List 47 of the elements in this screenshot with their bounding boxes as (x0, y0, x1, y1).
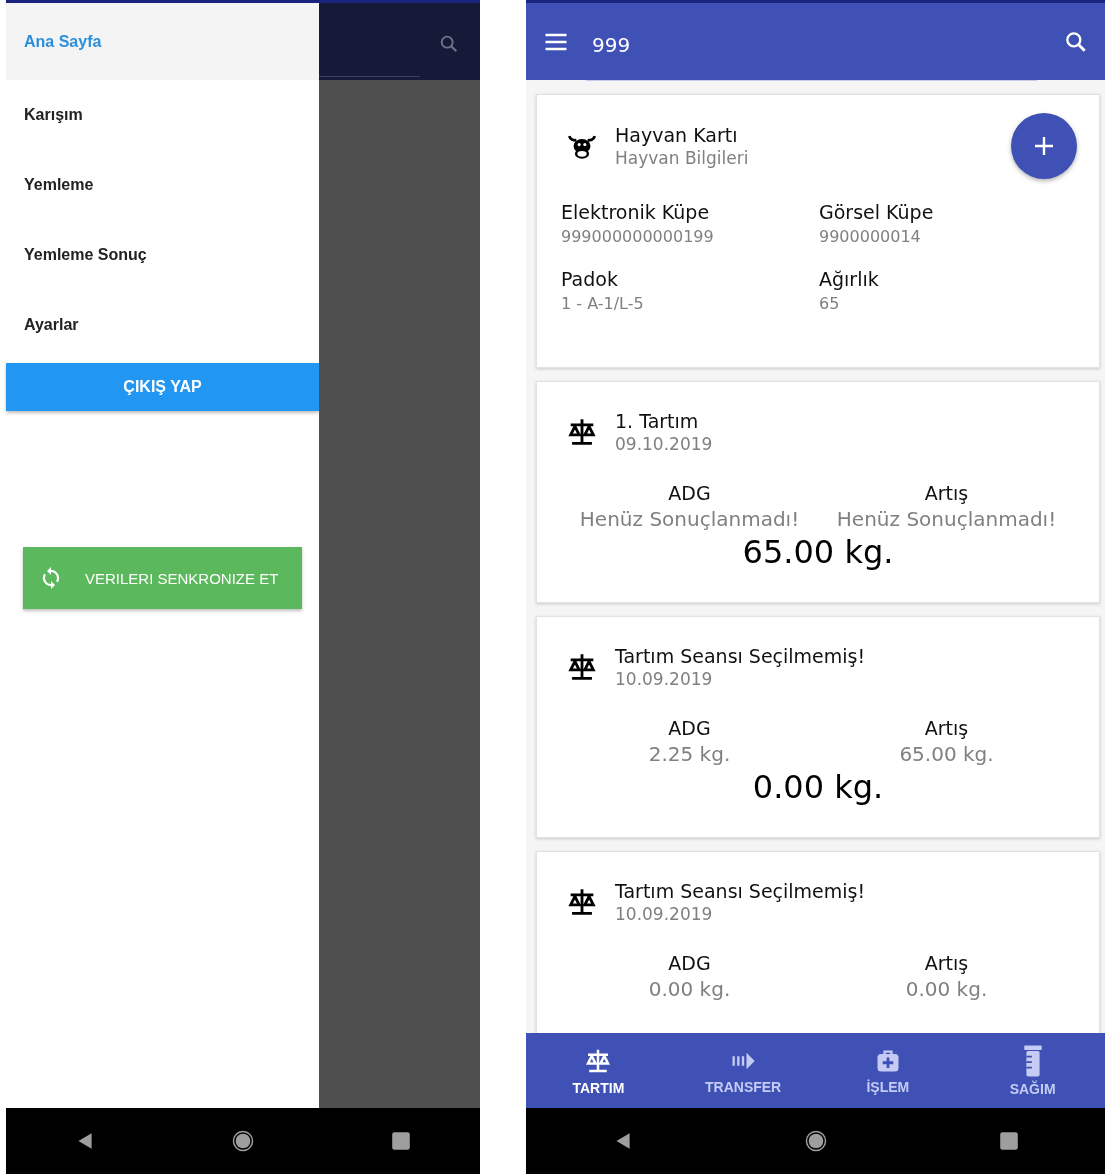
tab[interactable]: TRANSFER (693, 1046, 794, 1095)
weight-total: 65.00 kg. (741, 533, 895, 571)
stat-label: Artış (923, 952, 970, 974)
field-label: Görsel Küpe (819, 201, 935, 223)
stat-value: Henüz Sonuçlanmadı! (835, 507, 1058, 531)
recent-apps-icon[interactable] (997, 1130, 1020, 1152)
drawer-item[interactable]: Yemleme Sonuç (6, 220, 319, 290)
field-value: 65 (819, 294, 841, 313)
weight-total: 0.00 kg. (751, 768, 885, 806)
stat-value: Henüz Sonuçlanmadı! (578, 507, 801, 531)
tab[interactable]: TARTIM (548, 1045, 649, 1096)
tab[interactable]: İŞLEM (837, 1046, 938, 1095)
stat-label: ADG (667, 952, 712, 974)
card-subtitle: Hayvan Bilgileri (615, 148, 750, 168)
stat-value: 2.25 kg. (647, 742, 732, 766)
jar-icon (1021, 1044, 1044, 1077)
recent-apps-icon[interactable] (390, 1130, 412, 1152)
card-title: Tartım Seansı Seçilmemiş! (615, 880, 867, 902)
add-button[interactable] (1011, 113, 1077, 179)
card-title: 1. Tartım (615, 410, 700, 432)
drawer-item[interactable]: Ayarlar (6, 290, 319, 360)
field-label: Padok (561, 268, 619, 290)
field-value: 9900000014 (819, 227, 922, 246)
search-field[interactable]: 999 (586, 10, 1037, 81)
drawer-item[interactable]: Karışım (6, 80, 319, 150)
home-icon[interactable] (232, 1130, 254, 1152)
field-label: Ağırlık (819, 268, 880, 290)
field-label: Elektronik Küpe (561, 201, 711, 223)
drawer-item[interactable]: Yemleme (6, 150, 319, 220)
plus-icon (1032, 134, 1056, 158)
stat-label: Artış (923, 717, 970, 739)
card-title: Hayvan Kartı (615, 124, 739, 146)
stat-label: Artış (923, 482, 970, 504)
stat-label: ADG (667, 482, 712, 504)
stat-value: 0.00 kg. (904, 977, 989, 1001)
field-value: 999000000000199 (561, 227, 715, 246)
search-icon (438, 33, 460, 55)
stat-value: 0.00 kg. (647, 977, 732, 1001)
tab[interactable]: SAĞIM (982, 1044, 1083, 1097)
home-icon[interactable] (804, 1130, 827, 1152)
stat-label: ADG (667, 717, 712, 739)
card-title: Tartım Seansı Seçilmemiş! (615, 645, 867, 667)
date-text: 09.10.2019 (615, 434, 714, 454)
stat-value: 65.00 kg. (898, 742, 995, 766)
date-text: 10.09.2019 (615, 669, 714, 689)
date-text: 10.09.2019 (615, 904, 714, 924)
field-value: 1 - A-1/L-5 (561, 294, 645, 313)
